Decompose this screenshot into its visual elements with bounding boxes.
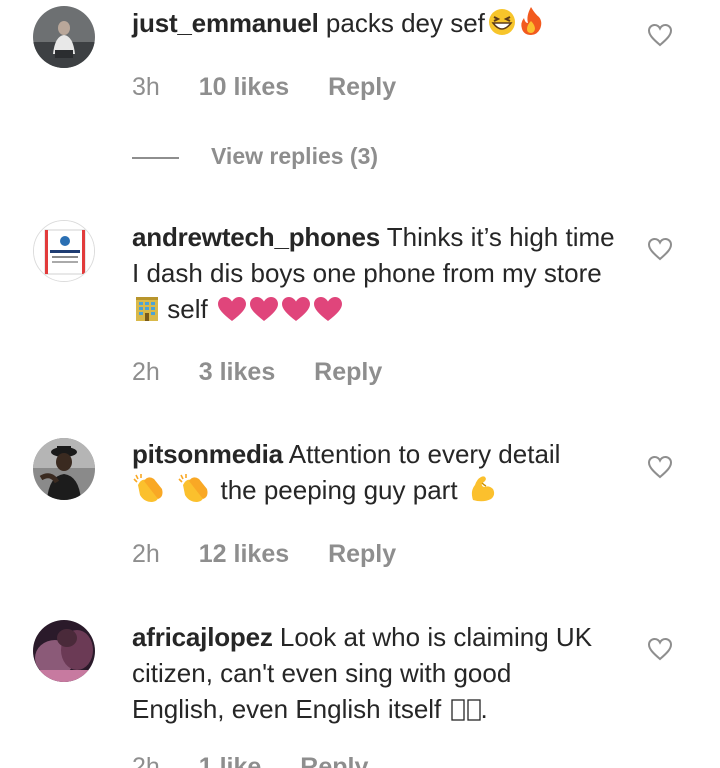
like-heart-icon[interactable] bbox=[647, 637, 673, 661]
comments-list: just_emmanuel packs dey sef 3h 10 likes … bbox=[0, 0, 720, 768]
unrendered-emoji-icon bbox=[450, 695, 465, 731]
comment-meta: 2h 1 like Reply bbox=[132, 752, 368, 768]
avatar[interactable] bbox=[33, 620, 95, 682]
username[interactable]: africajlopez bbox=[132, 622, 273, 652]
likes-count[interactable]: 1 like bbox=[199, 753, 262, 768]
comment-body: africajlopez Look at who is claiming UK … bbox=[132, 619, 602, 731]
comment-text-end: . bbox=[480, 694, 488, 724]
comment-africajlopez: africajlopez Look at who is claiming UK … bbox=[0, 0, 720, 768]
reply-button[interactable]: Reply bbox=[300, 753, 368, 768]
timestamp: 2h bbox=[132, 753, 160, 768]
unrendered-emoji-icon bbox=[466, 695, 481, 731]
